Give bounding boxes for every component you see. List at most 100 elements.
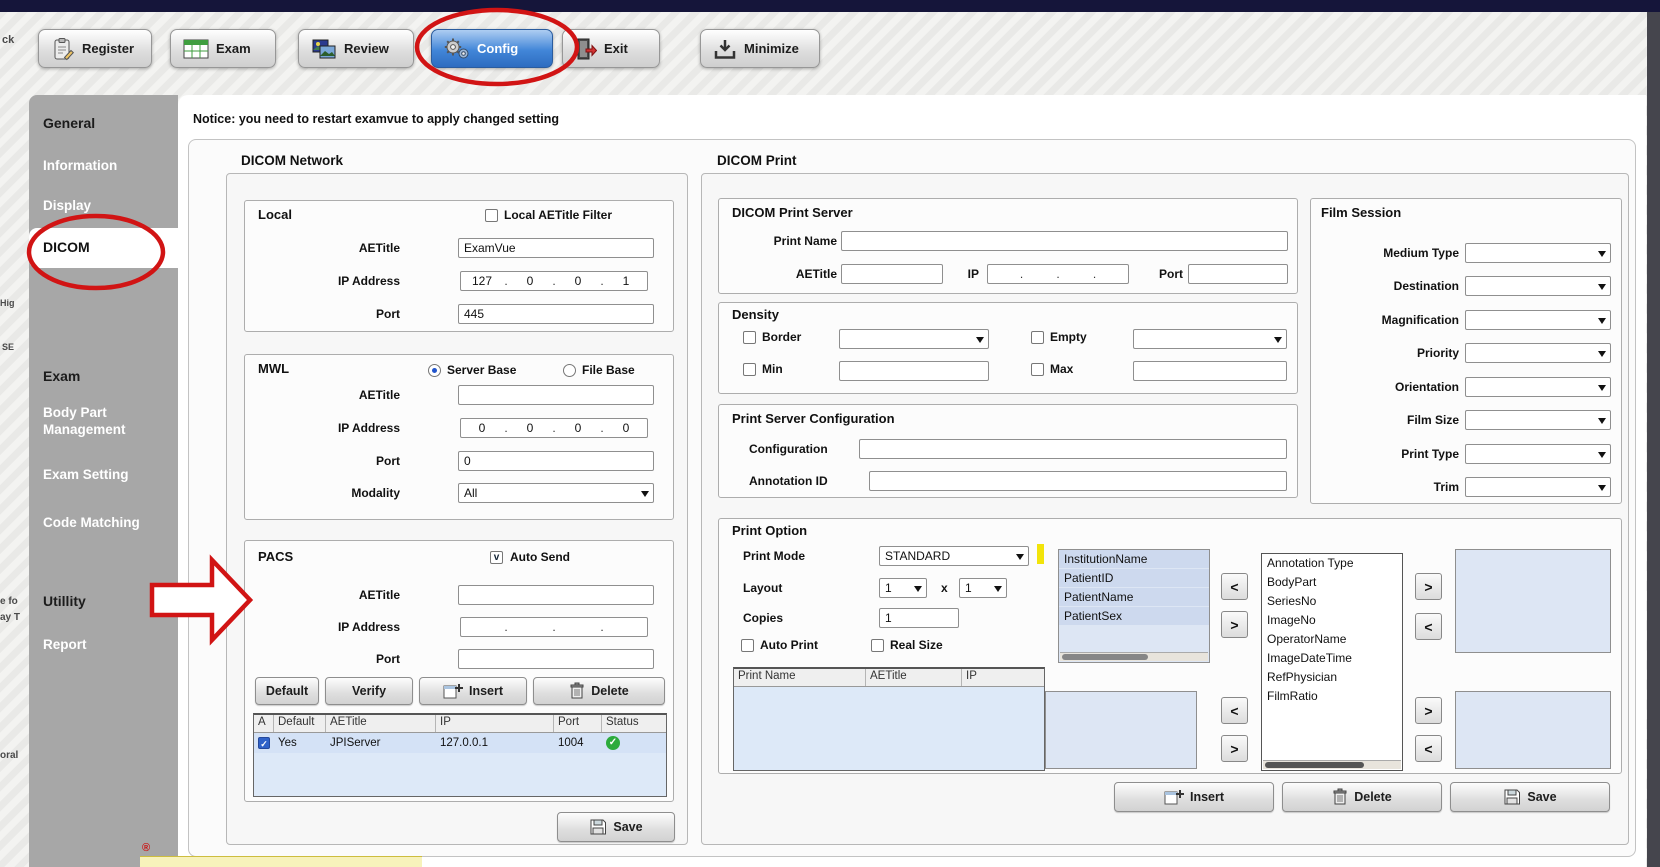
selected-annotations-box-bottom[interactable]	[1455, 691, 1611, 769]
magnification-dropdown[interactable]	[1465, 310, 1611, 330]
annotation-item[interactable]: RefPhysician	[1262, 668, 1402, 687]
sidebar-item-body-part-management[interactable]: Body Part	[43, 405, 107, 420]
pacs-insert-button[interactable]: Insert	[419, 677, 527, 705]
print-aetitle-input[interactable]	[841, 264, 943, 284]
print-ip-input[interactable]	[987, 264, 1129, 284]
scrollbar-thumb[interactable]	[1265, 762, 1365, 768]
pacs-delete-button[interactable]: Delete	[533, 677, 665, 705]
print-type-dropdown[interactable]	[1465, 444, 1611, 464]
annotation-item[interactable]: SeriesNo	[1262, 592, 1402, 611]
sidebar-item-exam-setting[interactable]: Exam Setting	[43, 467, 129, 482]
move-right-button[interactable]	[1415, 573, 1442, 600]
sidebar-item-information[interactable]: Information	[43, 158, 117, 173]
move-right-button[interactable]	[1221, 735, 1248, 762]
ip-octet[interactable]: 0	[605, 421, 647, 435]
print-port-input[interactable]	[1188, 264, 1288, 284]
mwl-file-base-radio[interactable]	[563, 364, 576, 377]
horizontal-scrollbar[interactable]	[1060, 652, 1208, 661]
pacs-port-input[interactable]	[458, 649, 654, 669]
move-right-button[interactable]	[1221, 611, 1248, 638]
sidebar-item-body-part-management-line2[interactable]: Management	[43, 422, 126, 437]
move-left-button[interactable]	[1415, 613, 1442, 640]
pacs-default-button[interactable]: Default	[255, 677, 319, 705]
pacs-ip-input[interactable]	[460, 617, 648, 637]
configuration-input[interactable]	[859, 439, 1287, 459]
pacs-aetitle-input[interactable]	[458, 585, 654, 605]
pacs-server-table[interactable]: A Default AETitle IP Port Status Yes JPI…	[253, 713, 667, 797]
density-border-checkbox[interactable]	[743, 331, 756, 344]
mwl-modality-dropdown[interactable]: All	[458, 483, 654, 503]
exit-button[interactable]: Exit	[562, 29, 660, 68]
pacs-auto-send-checkbox[interactable]: v	[490, 551, 503, 564]
annotation-item[interactable]: FilmRatio	[1262, 687, 1402, 706]
ip-octet[interactable]: 0	[509, 421, 551, 435]
tag-item[interactable]: PatientID	[1059, 569, 1209, 588]
selected-tags-box-bottom[interactable]	[1045, 691, 1197, 769]
move-left-button[interactable]	[1221, 573, 1248, 600]
ip-octet[interactable]: 0	[461, 421, 503, 435]
print-mode-dropdown[interactable]: STANDARD	[879, 546, 1029, 566]
mwl-server-base-radio[interactable]	[428, 364, 441, 377]
pacs-verify-button[interactable]: Verify	[325, 677, 413, 705]
print-delete-button[interactable]: Delete	[1282, 782, 1442, 812]
mwl-aetitle-input[interactable]	[458, 385, 654, 405]
ip-octet[interactable]: 0	[557, 421, 599, 435]
medium-type-dropdown[interactable]	[1465, 243, 1611, 263]
ip-octet[interactable]: 1	[605, 274, 647, 288]
scrollbar-thumb[interactable]	[1062, 654, 1148, 660]
mwl-port-input[interactable]: 0	[458, 451, 654, 471]
print-server-list-table[interactable]: Print Name AETitle IP	[733, 667, 1045, 771]
copies-input[interactable]: 1	[879, 608, 959, 628]
register-button[interactable]: Register	[38, 29, 152, 68]
layout-cols-dropdown[interactable]: 1	[959, 578, 1007, 598]
print-insert-button[interactable]: Insert	[1114, 782, 1274, 812]
auto-print-checkbox[interactable]	[741, 639, 754, 652]
pacs-table-row[interactable]: Yes JPIServer 127.0.0.1 1004	[254, 733, 666, 753]
density-border-dropdown[interactable]	[839, 329, 989, 349]
density-max-checkbox[interactable]	[1031, 363, 1044, 376]
network-save-button[interactable]: Save	[557, 812, 675, 842]
available-tags-list[interactable]: InstitutionName PatientID PatientName Pa…	[1058, 549, 1210, 663]
annotation-item[interactable]: ImageNo	[1262, 611, 1402, 630]
tag-item[interactable]: PatientName	[1059, 588, 1209, 607]
layout-rows-dropdown[interactable]: 1	[879, 578, 927, 598]
density-max-input[interactable]	[1133, 361, 1287, 381]
row-selected-checkbox[interactable]	[258, 736, 270, 749]
move-right-button[interactable]	[1415, 697, 1442, 724]
print-save-button[interactable]: Save	[1450, 782, 1610, 812]
exam-button[interactable]: Exam	[170, 29, 276, 68]
local-aetitle-filter-checkbox[interactable]	[485, 209, 498, 222]
orientation-dropdown[interactable]	[1465, 377, 1611, 397]
density-min-input[interactable]	[839, 361, 989, 381]
annotation-type-list[interactable]: Annotation Type BodyPart SeriesNo ImageN…	[1261, 553, 1403, 771]
ip-octet[interactable]: 127	[461, 274, 503, 288]
sidebar-item-display[interactable]: Display	[43, 198, 91, 213]
horizontal-scrollbar[interactable]	[1263, 760, 1401, 769]
local-aetitle-input[interactable]: ExamVue	[458, 238, 654, 258]
minimize-button[interactable]: Minimize	[700, 29, 820, 68]
trim-dropdown[interactable]	[1465, 477, 1611, 497]
destination-dropdown[interactable]	[1465, 276, 1611, 296]
mwl-ip-input[interactable]: 0000	[460, 418, 648, 438]
move-left-button[interactable]	[1415, 735, 1442, 762]
density-empty-dropdown[interactable]	[1133, 329, 1287, 349]
ip-octet[interactable]: 0	[557, 274, 599, 288]
review-button[interactable]: Review	[298, 29, 414, 68]
density-empty-checkbox[interactable]	[1031, 331, 1044, 344]
sidebar-item-code-matching[interactable]: Code Matching	[43, 515, 140, 530]
film-size-dropdown[interactable]	[1465, 410, 1611, 430]
sidebar-item-dicom-active[interactable]: DICOM	[29, 228, 178, 268]
config-button[interactable]: Config	[431, 29, 553, 68]
move-left-button[interactable]	[1221, 697, 1248, 724]
selected-annotations-box-top[interactable]	[1455, 549, 1611, 653]
real-size-checkbox[interactable]	[871, 639, 884, 652]
annotation-item[interactable]: BodyPart	[1262, 573, 1402, 592]
annotation-item[interactable]: ImageDateTime	[1262, 649, 1402, 668]
sidebar-item-report[interactable]: Report	[43, 637, 87, 652]
priority-dropdown[interactable]	[1465, 343, 1611, 363]
tag-item[interactable]: InstitutionName	[1059, 550, 1209, 569]
annotation-id-input[interactable]	[869, 471, 1287, 491]
local-port-input[interactable]: 445	[458, 304, 654, 324]
tag-item[interactable]: PatientSex	[1059, 607, 1209, 626]
print-name-input[interactable]	[841, 231, 1288, 251]
